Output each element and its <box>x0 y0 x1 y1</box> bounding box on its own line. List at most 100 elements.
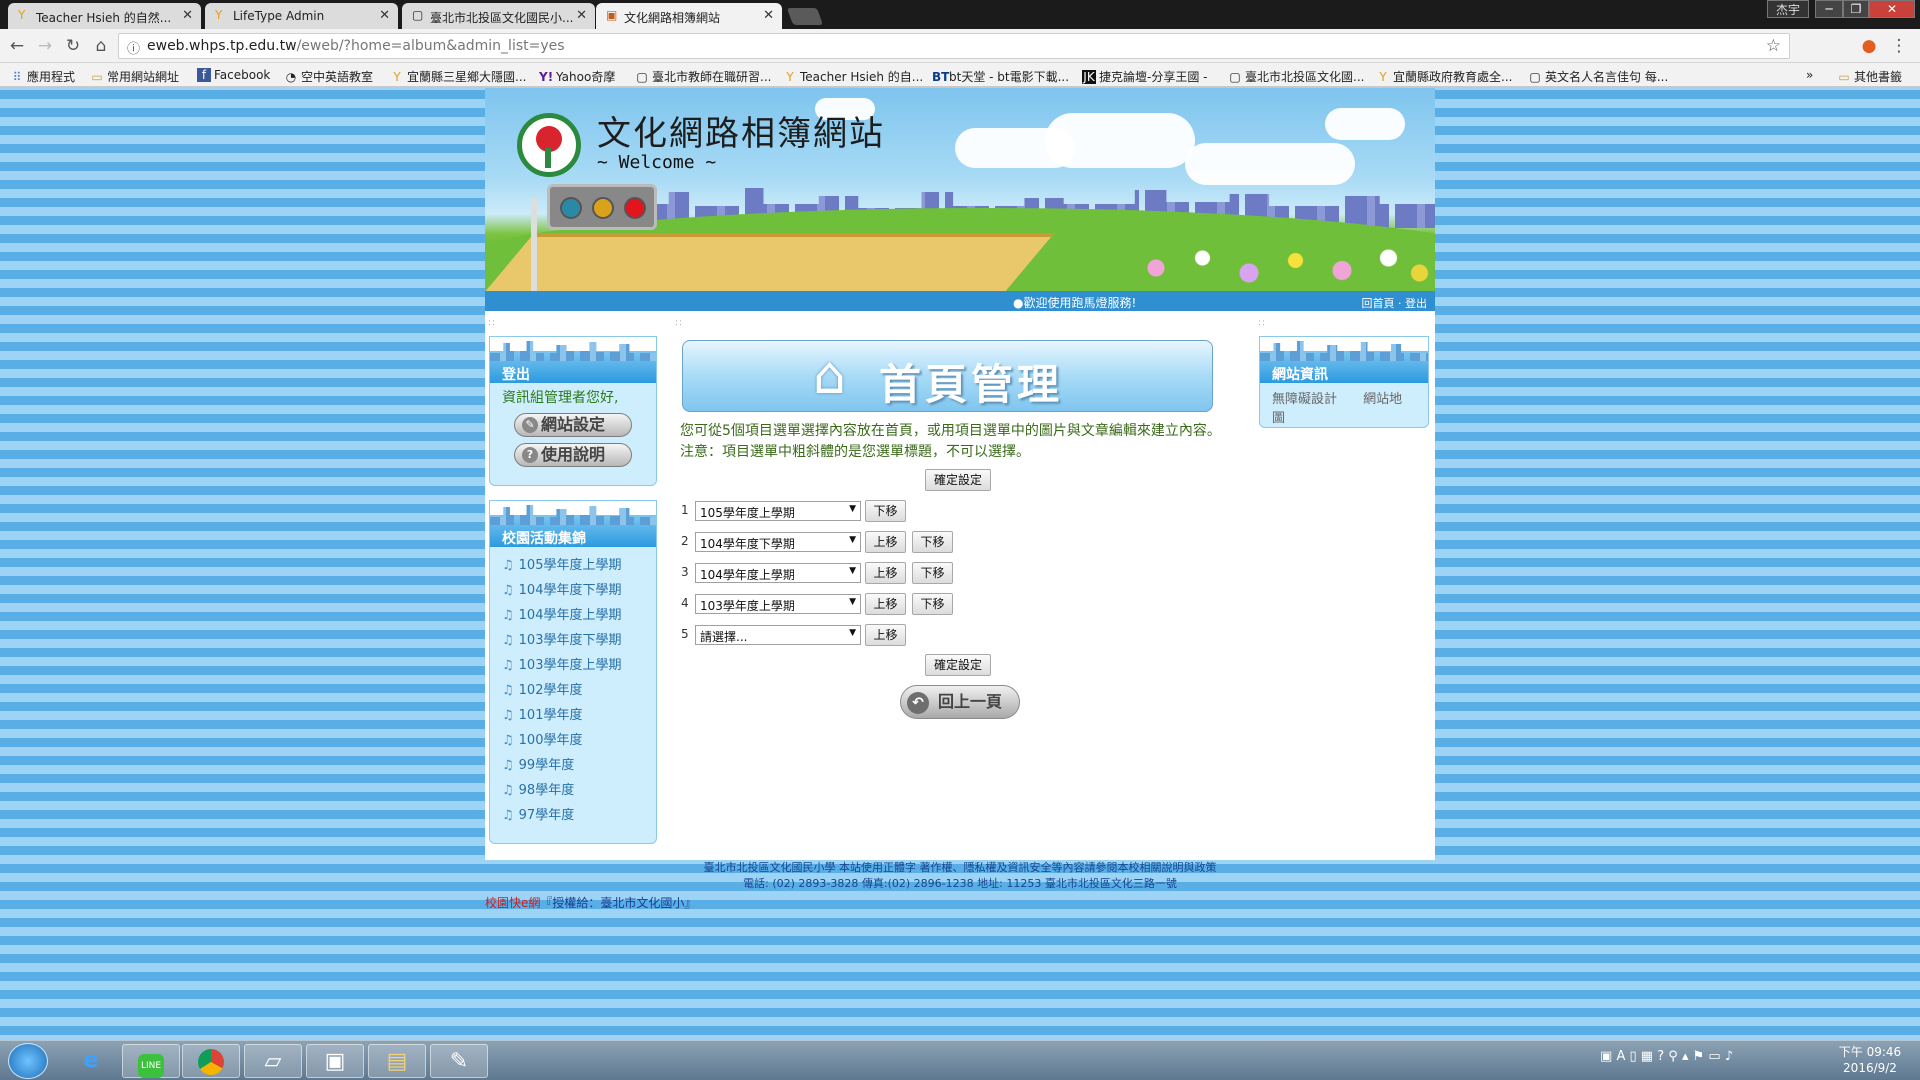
reload-icon[interactable]: ↻ <box>62 35 84 57</box>
menu-select-1[interactable]: 105學年度上學期 ▼ <box>695 501 861 521</box>
bookmark-item[interactable]: ▢ 英文名人名言佳句 每... <box>1528 68 1668 85</box>
home-link[interactable]: 回首頁 <box>1362 297 1395 310</box>
activity-item[interactable]: ♫ 104學年度上學期 <box>490 603 656 628</box>
page-icon: ▢ <box>636 70 648 84</box>
logout-link[interactable]: 登出 <box>1405 297 1427 310</box>
credit-link[interactable]: 校園快e網 <box>485 896 540 910</box>
info-icon[interactable]: ⓘ <box>127 38 140 57</box>
line-icon[interactable]: LINE <box>122 1044 180 1078</box>
music-note-icon: ♫ <box>502 683 514 698</box>
move-down-button[interactable]: 下移 <box>912 531 953 553</box>
site-info-links: 無障礙設計 網站地圖 <box>1260 383 1428 426</box>
menu-select-5[interactable]: 請選擇... ▼ <box>695 625 861 645</box>
paint-icon[interactable]: ✎ <box>430 1044 488 1078</box>
window-user-badge[interactable]: 杰宇 <box>1767 0 1809 18</box>
bookmark-item[interactable]: BTbt天堂 - bt電影下載... <box>932 68 1069 85</box>
network-icon[interactable]: ▭ <box>1708 1049 1720 1064</box>
bookmarks-overflow[interactable]: » <box>1806 68 1813 82</box>
activity-item[interactable]: ♫ 97學年度 <box>490 803 656 828</box>
chrome-icon[interactable] <box>182 1044 240 1078</box>
star-icon[interactable]: ☆ <box>1766 36 1781 56</box>
extension-icon[interactable]: ● <box>1858 35 1880 57</box>
move-down-button[interactable]: 下移 <box>912 593 953 615</box>
back-to-previous-button[interactable]: ↶ 回上一頁 <box>900 685 1020 719</box>
dots-decoration: :: <box>488 318 497 328</box>
move-up-button[interactable]: 上移 <box>865 624 906 646</box>
maximize-button[interactable]: ❐ <box>1843 0 1869 18</box>
other-bookmarks[interactable]: ▭ 其他書籤 <box>1837 68 1902 85</box>
accessibility-link[interactable]: 無障礙設計 <box>1272 392 1337 407</box>
confirm-settings-button-top[interactable]: 確定設定 <box>925 469 991 491</box>
bookmark-apps[interactable]: ⠿ 應用程式 <box>10 68 75 85</box>
activity-item[interactable]: ♫ 103學年度上學期 <box>490 653 656 678</box>
browser-tab-active[interactable]: ▣ 文化網路相簿網站 ✕ <box>596 3 782 29</box>
volume-icon[interactable]: ♪ <box>1725 1049 1733 1064</box>
internet-explorer-icon[interactable]: e <box>62 1044 120 1078</box>
move-up-button[interactable]: 上移 <box>865 593 906 615</box>
close-icon[interactable]: ✕ <box>379 8 390 23</box>
bookmark-item[interactable]: Y! Yahoo奇摩 <box>539 68 615 85</box>
close-icon[interactable]: ✕ <box>763 8 774 23</box>
bookmark-item[interactable]: ◔ 空中英語教室 <box>284 68 373 85</box>
row-number: 4 <box>681 596 689 610</box>
close-icon[interactable]: ✕ <box>576 8 587 23</box>
move-up-button[interactable]: 上移 <box>865 531 906 553</box>
clock-time: 下午 09:46 <box>1838 1045 1902 1059</box>
windows-taskbar: e LINE ▱ ▣ ▤ ✎ ▣ A ▯ ▦ ? ⚲ ▴ ⚑ ▭ ♪ 下午 09… <box>0 1040 1920 1080</box>
confirm-settings-button-bottom[interactable]: 確定設定 <box>925 654 991 676</box>
menu-icon[interactable]: ⋮ <box>1888 35 1910 57</box>
activity-label: 98學年度 <box>518 783 575 798</box>
bookmark-item[interactable]: Y 宜蘭縣三星鄉大隱國... <box>390 68 526 85</box>
bookmark-item[interactable]: ▢ 臺北市北投區文化國... <box>1228 68 1364 85</box>
home-icon[interactable]: ⌂ <box>90 35 112 57</box>
start-orb-icon[interactable] <box>8 1043 48 1079</box>
browser-tab[interactable]: Y Teacher Hsieh 的自然... ✕ <box>8 3 201 29</box>
tray-icon[interactable]: ▦ <box>1641 1049 1653 1064</box>
activity-item[interactable]: ♫ 99學年度 <box>490 753 656 778</box>
activity-item[interactable]: ♫ 101學年度 <box>490 703 656 728</box>
menu-select-4[interactable]: 103學年度上學期 ▼ <box>695 594 861 614</box>
activity-item[interactable]: ♫ 103學年度下學期 <box>490 628 656 653</box>
browser-tab[interactable]: Y LifeType Admin ✕ <box>205 3 398 29</box>
activity-item[interactable]: ♫ 102學年度 <box>490 678 656 703</box>
tray-icon[interactable]: ▣ <box>1600 1049 1612 1064</box>
bookmark-item[interactable]: JK 捷克論壇-分享王國 - <box>1082 68 1207 85</box>
activity-item[interactable]: ♫ 100學年度 <box>490 728 656 753</box>
move-down-button[interactable]: 下移 <box>865 500 906 522</box>
chevron-up-icon[interactable]: ▴ <box>1682 1049 1689 1064</box>
close-window-button[interactable]: ✕ <box>1869 0 1915 18</box>
tray-icon[interactable]: ▯ <box>1629 1049 1636 1064</box>
back-icon[interactable]: ← <box>6 35 28 57</box>
activity-item[interactable]: ♫ 98學年度 <box>490 778 656 803</box>
activities-box-title: 校園活動集錦 <box>502 531 586 547</box>
activity-label: 100學年度 <box>518 733 583 748</box>
browser-tab[interactable]: ▢ 臺北市北投區文化國民小... ✕ <box>402 3 595 29</box>
bookmark-item[interactable]: Y 宜蘭縣政府教育處全... <box>1376 68 1512 85</box>
new-tab-button[interactable] <box>786 8 824 25</box>
activity-item[interactable]: ♫ 105學年度上學期 <box>490 553 656 578</box>
move-up-button[interactable]: 上移 <box>865 562 906 584</box>
bookmark-item[interactable]: Y Teacher Hsieh 的自... <box>783 68 923 85</box>
file-explorer-icon[interactable]: ▤ <box>368 1044 426 1078</box>
flag-icon[interactable]: ⚑ <box>1693 1049 1705 1064</box>
help-button[interactable]: ? 使用說明 <box>514 443 632 467</box>
help-icon[interactable]: ? <box>1657 1049 1664 1064</box>
close-icon[interactable]: ✕ <box>182 8 193 23</box>
dots-decoration: :: <box>1258 318 1267 328</box>
ime-icon[interactable]: A <box>1616 1049 1625 1064</box>
bookmark-item[interactable]: ▢ 臺北市教師在職研習... <box>635 68 771 85</box>
bookmark-folder[interactable]: ▭ 常用網站網址 <box>90 68 179 85</box>
system-clock[interactable]: 下午 09:46 2016/9/2 <box>1830 1044 1910 1076</box>
tray-icon[interactable]: ⚲ <box>1668 1049 1678 1064</box>
notes-icon[interactable]: ▱ <box>244 1044 302 1078</box>
picture-viewer-icon[interactable]: ▣ <box>306 1044 364 1078</box>
menu-select-2[interactable]: 104學年度下學期 ▼ <box>695 532 861 552</box>
bookmark-item[interactable]: f Facebook <box>197 68 270 82</box>
site-settings-button[interactable]: ✎ 網站設定 <box>514 413 632 437</box>
menu-select-3[interactable]: 104學年度上學期 ▼ <box>695 563 861 583</box>
move-down-button[interactable]: 下移 <box>912 562 953 584</box>
activity-item[interactable]: ♫ 104學年度下學期 <box>490 578 656 603</box>
forward-icon[interactable]: → <box>34 35 56 57</box>
minimize-button[interactable]: ─ <box>1815 0 1843 18</box>
address-input[interactable]: ⓘ eweb.whps.tp.edu.tw/eweb/?home=album&a… <box>118 33 1790 59</box>
